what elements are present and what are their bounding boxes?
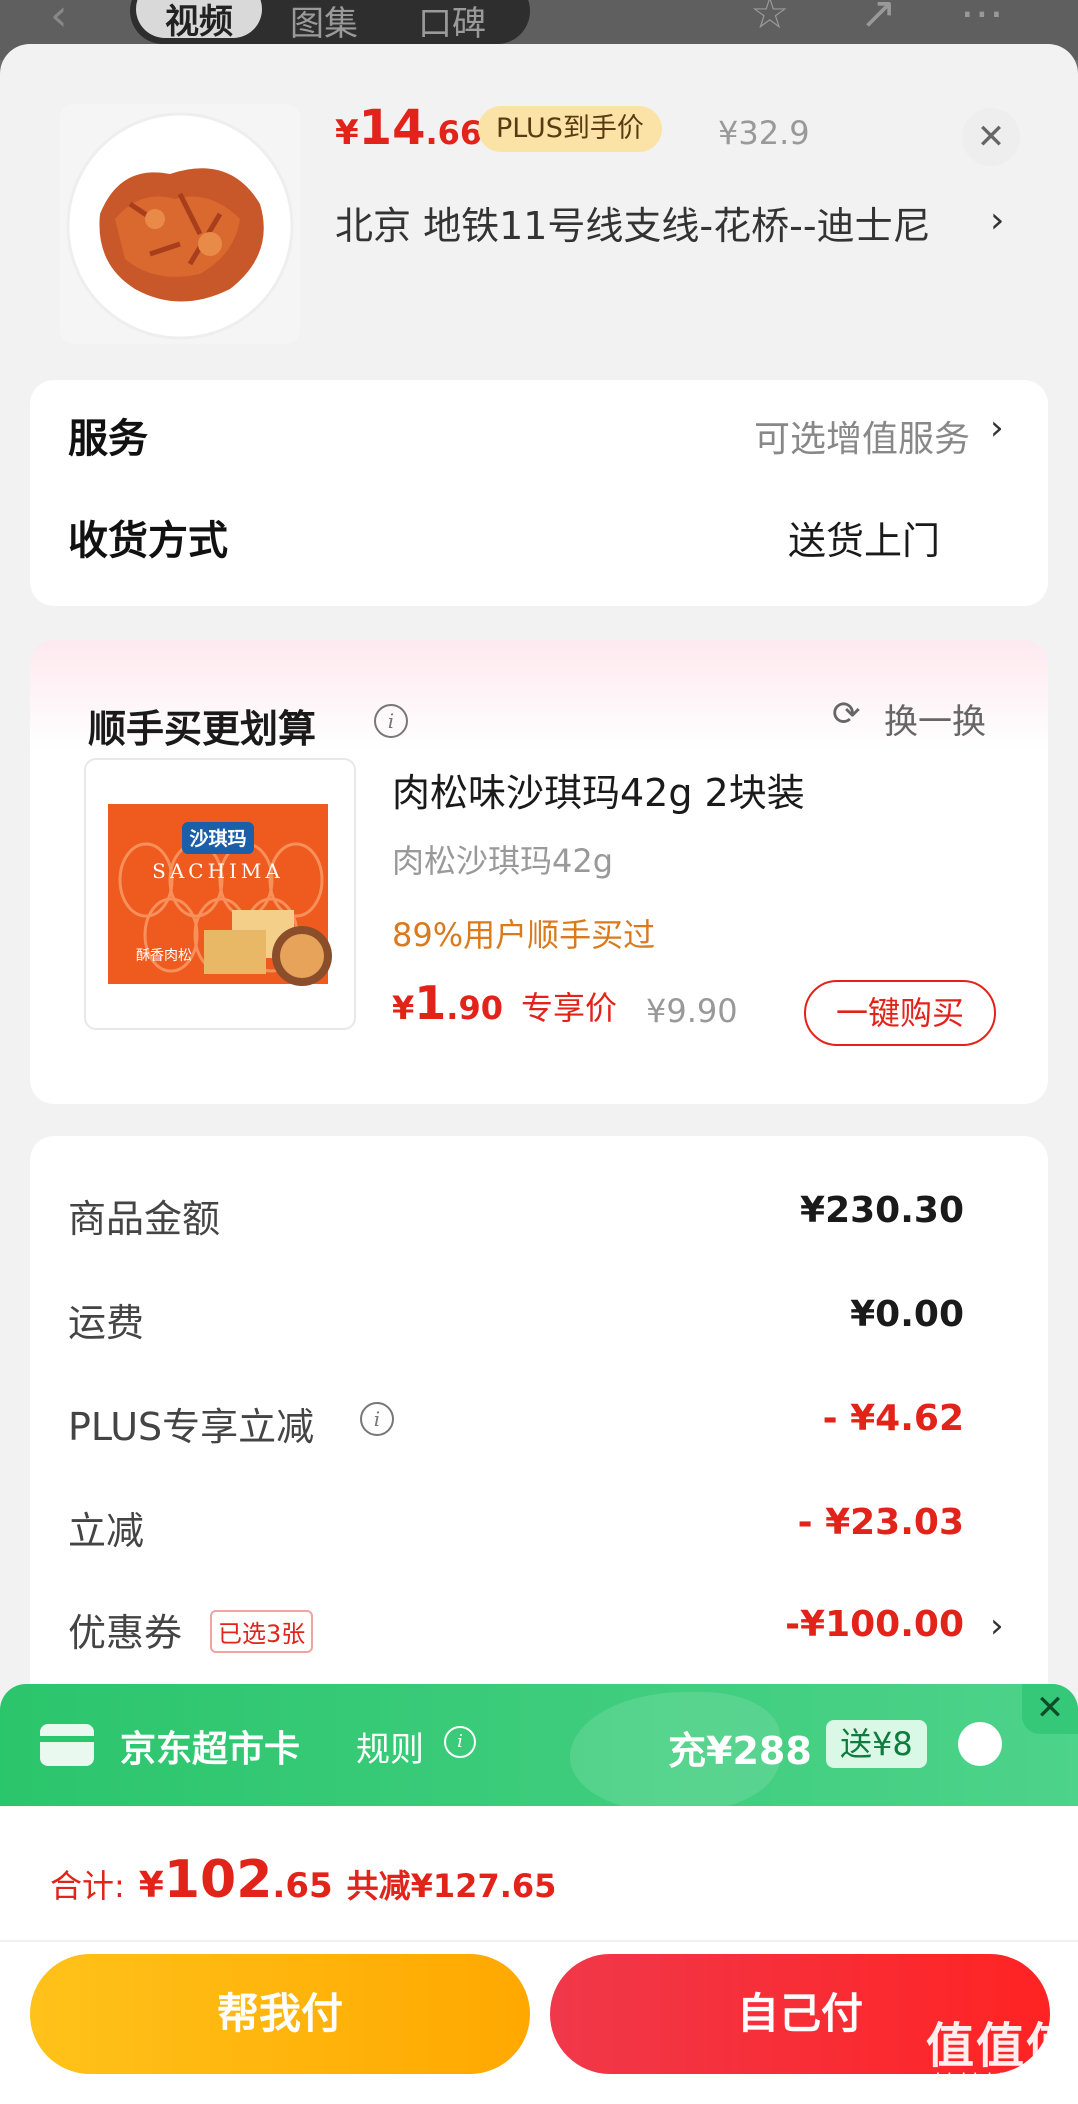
total-saved: 共减¥127.65	[346, 1867, 557, 1905]
banner-close-button[interactable]: ✕	[1022, 1684, 1078, 1734]
refresh-icon[interactable]: ⟳	[832, 694, 861, 734]
price-integer: 14	[358, 100, 426, 156]
total-label: 合计:	[50, 1867, 125, 1905]
coupon-label[interactable]: 优惠券	[68, 1602, 182, 1657]
chevron-right-icon[interactable]: ›	[990, 1606, 1004, 1646]
rules-link[interactable]: 规则	[356, 1722, 424, 1771]
flavor-text: 酥香肉松	[136, 948, 192, 964]
add-on-product-subtitle: 肉松沙琪玛42g	[392, 842, 614, 880]
delivery-address[interactable]: 北京 地铁11号线支线-花桥--迪士尼	[335, 200, 975, 252]
recharge-select-radio[interactable]	[958, 1722, 1002, 1766]
shipping-fee-value: ¥0.00	[850, 1294, 964, 1335]
plus-discount-value: - ¥4.62	[822, 1398, 964, 1439]
star-icon[interactable]: ☆	[750, 0, 789, 39]
media-tab-bar: 视频 图集 口碑	[130, 0, 530, 44]
add-on-title: 顺手买更划算	[88, 707, 317, 751]
info-icon[interactable]: i	[374, 704, 408, 738]
product-thumbnail	[60, 104, 300, 344]
price-integer: 1	[414, 976, 447, 1030]
supermarket-card-banner: 京东超市卡 规则 i 充¥288 送¥8 ✕	[0, 1684, 1078, 1806]
plus-discount-label: PLUS专享立减	[68, 1405, 315, 1449]
checkout-bar: 合计: ¥ 102 .65 共减¥127.65 帮我付 自己付 值值值 zhiz…	[0, 1806, 1078, 2104]
delivery-method-label: 收货方式	[68, 518, 228, 564]
one-click-buy-button[interactable]: 一键购买	[804, 980, 996, 1046]
tab-reviews[interactable]: 口碑	[418, 0, 486, 45]
order-totals-card: 商品金额 ¥230.30 运费 ¥0.00 PLUS专享立减 i - ¥4.62…	[30, 1136, 1048, 1776]
more-icon[interactable]: ⋯	[960, 0, 1004, 39]
goods-amount-value: ¥230.30	[800, 1190, 964, 1231]
price-currency: ¥	[392, 989, 415, 1027]
instant-discount-value: - ¥23.03	[797, 1502, 964, 1543]
brand-en-text: SACHIMA	[152, 859, 284, 883]
help-me-pay-button[interactable]: 帮我付	[30, 1954, 530, 2074]
add-on-price: ¥ 1 .90 专享价	[392, 976, 617, 1030]
price-decimal: .66	[425, 114, 483, 152]
service-card: 服务 可选增值服务 › 收货方式 送货上门	[30, 380, 1048, 606]
tab-video[interactable]: 视频	[136, 0, 262, 42]
plus-price-badge: PLUS到手价	[478, 106, 662, 152]
goods-amount-label: 商品金额	[68, 1197, 221, 1241]
tab-gallery[interactable]: 图集	[290, 0, 358, 45]
card-icon	[40, 1724, 94, 1766]
brand-text: 沙琪玛	[189, 827, 246, 850]
total-decimal: .65	[272, 1866, 333, 1906]
coupon-value[interactable]: -¥100.00	[785, 1604, 964, 1645]
purchase-rate-text: 89%用户顺手买过	[392, 916, 656, 954]
recharge-amount: 充¥288	[668, 1729, 812, 1773]
info-icon[interactable]: i	[360, 1402, 394, 1436]
add-on-original-price: ¥9.90	[646, 992, 738, 1030]
exclusive-price-tag: 专享价	[520, 989, 617, 1027]
delivery-method-value[interactable]: 送货上门	[788, 510, 940, 565]
info-icon[interactable]: i	[444, 1726, 476, 1758]
refresh-button[interactable]: 换一换	[884, 694, 986, 743]
site-watermark: 值值值	[926, 2018, 1077, 2074]
shipping-fee-label: 运费	[68, 1301, 145, 1345]
chevron-right-icon[interactable]: ›	[990, 200, 1004, 241]
price-currency: ¥	[335, 113, 359, 153]
sachima-product-image: 沙琪玛 SACHIMA 酥香肉松	[84, 758, 356, 1030]
service-label: 服务	[68, 416, 148, 462]
add-on-offer-card: 顺手买更划算 i ⟳ 换一换 沙琪玛 SACHIMA 酥香肉松 肉松味沙琪玛42…	[30, 640, 1048, 1104]
site-watermark-url: zhizhizhi.com	[926, 2070, 1048, 2091]
gift-amount-badge: 送¥8	[826, 1720, 927, 1768]
back-arrow-icon[interactable]: ‹	[50, 0, 68, 41]
total-integer: 102	[163, 1850, 273, 1910]
instant-discount-label: 立减	[68, 1509, 145, 1553]
original-price: ¥32.9	[718, 114, 810, 152]
product-price: ¥ 14 .66	[335, 100, 482, 160]
divider	[0, 1940, 1078, 1942]
coupon-selected-badge: 已选3张	[210, 1610, 314, 1653]
chevron-right-icon[interactable]: ›	[990, 408, 1004, 448]
total-currency: ¥	[138, 1865, 164, 1906]
close-button[interactable]: ✕	[962, 108, 1020, 166]
share-icon[interactable]: ↗	[860, 0, 897, 39]
supermarket-card-title: 京东超市卡	[120, 1729, 301, 1770]
add-on-product-name[interactable]: 肉松味沙琪玛42g 2块装	[392, 762, 805, 817]
order-total: 合计: ¥ 102 .65 共减¥127.65	[50, 1850, 556, 1910]
value-added-service-link[interactable]: 可选增值服务	[754, 410, 970, 462]
price-decimal: .90	[446, 989, 503, 1027]
